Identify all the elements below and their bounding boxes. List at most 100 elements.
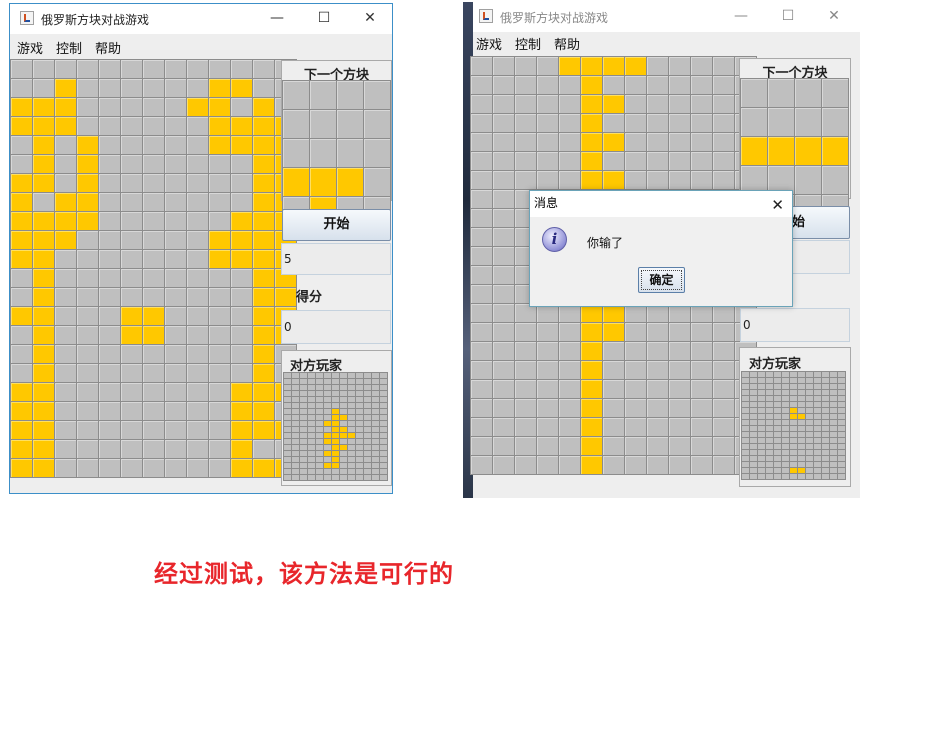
empty-cell — [713, 361, 734, 379]
empty-cell — [77, 288, 98, 306]
empty-cell — [77, 364, 98, 382]
empty-cell — [121, 193, 142, 211]
filled-cell — [253, 212, 274, 230]
empty-cell — [372, 457, 379, 462]
empty-cell — [493, 399, 514, 417]
title-bar[interactable]: 俄罗斯方块对战游戏 — ☐ ✕ — [473, 2, 860, 32]
empty-cell — [814, 438, 821, 443]
empty-cell — [830, 462, 837, 467]
maximize-button[interactable]: ☐ — [312, 7, 336, 29]
menu-control[interactable]: 控制 — [56, 38, 82, 57]
empty-cell — [231, 364, 252, 382]
empty-cell — [758, 408, 765, 413]
empty-cell — [143, 364, 164, 382]
empty-cell — [471, 437, 492, 455]
empty-cell — [806, 438, 813, 443]
empty-cell — [471, 304, 492, 322]
empty-cell — [187, 250, 208, 268]
empty-cell — [782, 396, 789, 401]
empty-cell — [165, 231, 186, 249]
filled-cell — [231, 212, 252, 230]
empty-cell — [742, 396, 749, 401]
empty-cell — [340, 457, 347, 462]
empty-cell — [316, 397, 323, 402]
empty-cell — [758, 432, 765, 437]
empty-cell — [758, 426, 765, 431]
empty-cell — [187, 288, 208, 306]
empty-cell — [806, 372, 813, 377]
ok-button[interactable]: 确定 — [638, 267, 685, 293]
empty-cell — [559, 342, 580, 360]
empty-cell — [143, 345, 164, 363]
empty-cell — [348, 451, 355, 456]
empty-cell — [493, 380, 514, 398]
empty-cell — [798, 396, 805, 401]
empty-cell — [782, 456, 789, 461]
filled-cell — [33, 440, 54, 458]
filled-cell — [11, 440, 32, 458]
empty-cell — [372, 445, 379, 450]
empty-cell — [316, 439, 323, 444]
empty-cell — [822, 450, 829, 455]
empty-cell — [625, 361, 646, 379]
empty-cell — [806, 426, 813, 431]
filled-cell — [332, 451, 339, 456]
maximize-button[interactable]: ☐ — [776, 5, 800, 27]
empty-cell — [691, 95, 712, 113]
empty-cell — [231, 345, 252, 363]
menu-help[interactable]: 帮助 — [95, 38, 121, 57]
empty-cell — [806, 462, 813, 467]
empty-cell — [691, 133, 712, 151]
close-button[interactable]: ✕ — [358, 7, 382, 29]
start-button[interactable]: 开始 — [282, 209, 391, 241]
empty-cell — [348, 445, 355, 450]
empty-cell — [332, 391, 339, 396]
empty-cell — [515, 95, 536, 113]
empty-cell — [515, 380, 536, 398]
empty-cell — [838, 438, 845, 443]
menu-bar: 游戏 控制 帮助 — [10, 34, 392, 57]
minimize-button[interactable]: — — [265, 7, 289, 29]
info-icon: i — [542, 227, 567, 252]
empty-cell — [537, 342, 558, 360]
filled-cell — [33, 174, 54, 192]
empty-cell — [33, 193, 54, 211]
empty-cell — [209, 383, 230, 401]
empty-cell — [292, 385, 299, 390]
empty-cell — [348, 373, 355, 378]
menu-game[interactable]: 游戏 — [17, 38, 43, 57]
empty-cell — [121, 269, 142, 287]
empty-cell — [471, 171, 492, 189]
title-bar[interactable]: 俄罗斯方块对战游戏 — ☐ ✕ — [10, 4, 392, 34]
close-button[interactable]: ✕ — [822, 5, 846, 27]
menu-game[interactable]: 游戏 — [476, 34, 502, 53]
empty-cell — [292, 409, 299, 414]
filled-cell — [55, 117, 76, 135]
filled-cell — [332, 415, 339, 420]
filled-cell — [11, 459, 32, 477]
menu-control[interactable]: 控制 — [515, 34, 541, 53]
empty-cell — [165, 421, 186, 439]
menu-help[interactable]: 帮助 — [554, 34, 580, 53]
empty-cell — [380, 391, 387, 396]
filled-cell — [143, 307, 164, 325]
filled-cell — [790, 408, 797, 413]
empty-cell — [99, 212, 120, 230]
empty-cell — [471, 399, 492, 417]
filled-cell — [231, 402, 252, 420]
empty-cell — [300, 397, 307, 402]
filled-cell — [822, 137, 848, 165]
minimize-button[interactable]: — — [729, 5, 753, 27]
empty-cell — [308, 475, 315, 480]
dialog-close-button[interactable]: ✕ — [771, 193, 784, 217]
empty-cell — [316, 469, 323, 474]
empty-cell — [284, 439, 291, 444]
empty-cell — [356, 445, 363, 450]
empty-cell — [798, 384, 805, 389]
empty-cell — [822, 108, 848, 136]
empty-cell — [559, 152, 580, 170]
empty-cell — [669, 57, 690, 75]
empty-cell — [691, 57, 712, 75]
filled-cell — [11, 193, 32, 211]
dialog-title-bar[interactable]: 消息 ✕ — [530, 191, 792, 217]
